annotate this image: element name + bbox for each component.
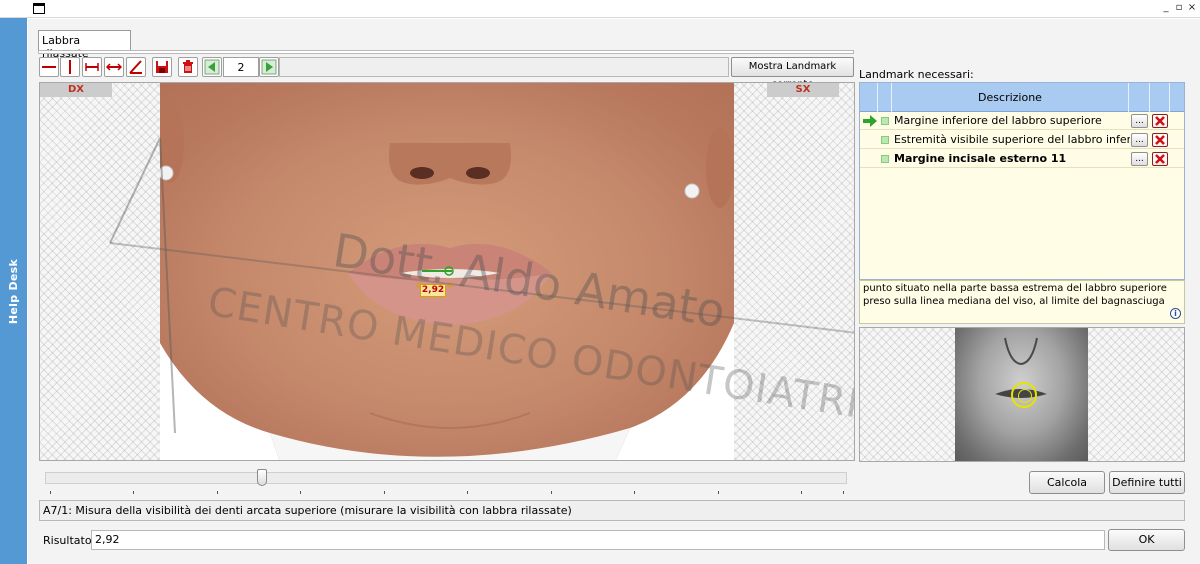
delete-x-icon <box>1155 135 1165 145</box>
delete-landmark-button[interactable] <box>1152 114 1168 128</box>
landmark-table-header: Descrizione <box>860 83 1184 112</box>
floppy-disk-icon <box>156 61 168 73</box>
slider-tick <box>50 491 51 494</box>
slider-tick <box>551 491 552 494</box>
watermark-stroke <box>109 137 176 434</box>
minimize-icon[interactable]: _ <box>1160 2 1172 14</box>
delete-x-icon <box>1155 154 1165 164</box>
current-row-arrow-icon <box>863 115 877 127</box>
landmark-label: Margine incisale esterno 11 <box>894 152 1067 165</box>
status-field <box>279 57 729 77</box>
landmark-info-text: punto situato nella parte bassa estrema … <box>859 280 1185 324</box>
slider-tick <box>467 491 468 494</box>
tab-underline <box>38 50 854 54</box>
horizontal-distance-tool-button[interactable] <box>82 57 102 77</box>
result-label: Risultato: <box>43 534 96 547</box>
ok-button[interactable]: OK <box>1108 529 1185 551</box>
horizontal-arrow-icon <box>106 63 122 71</box>
window-titlebar: _ ▫ × <box>0 0 1200 18</box>
page-number-input[interactable] <box>223 57 259 77</box>
reference-image <box>859 327 1185 462</box>
measurement-value-label: 2,92 <box>420 284 446 297</box>
zoom-slider-track[interactable] <box>45 472 847 484</box>
column-header-descrizione[interactable]: Descrizione <box>892 83 1128 112</box>
slider-tick <box>133 491 134 494</box>
horizontal-distance-icon <box>85 63 99 71</box>
landmark-options-button[interactable]: ... <box>1131 152 1148 166</box>
slider-tick <box>634 491 635 494</box>
zoom-slider-thumb[interactable] <box>256 469 267 486</box>
landmark-panel-title: Landmark necessari: <box>859 68 974 81</box>
tab-labbra-rilassate[interactable]: Labbra rilassate <box>38 30 131 60</box>
slider-tick <box>843 491 844 494</box>
calcola-button[interactable]: Calcola <box>1029 471 1105 494</box>
landmark-status-icon <box>881 136 889 144</box>
reference-nose <box>1004 337 1038 366</box>
trash-icon <box>183 60 193 73</box>
landmark-table: Descrizione Margine inferiore del labbro… <box>859 82 1185 280</box>
restore-icon[interactable]: ▫ <box>1173 2 1185 14</box>
define-all-button[interactable]: Definire tutti <box>1109 471 1185 494</box>
arrow-left-icon <box>204 59 220 75</box>
info-icon[interactable]: i <box>1170 308 1181 319</box>
landmark-row[interactable]: Estremità visibile superiore del labbro … <box>860 131 1184 149</box>
delete-x-icon <box>1155 116 1165 126</box>
save-button[interactable] <box>152 57 172 77</box>
delete-landmark-button[interactable] <box>1152 152 1168 166</box>
landmark-row[interactable]: Margine inferiore del labbro superiore .… <box>860 112 1184 130</box>
delete-button[interactable] <box>178 57 198 77</box>
result-field[interactable]: 2,92 <box>91 530 1105 550</box>
side-label-left: SX <box>767 83 839 97</box>
slider-tick <box>718 491 719 494</box>
show-current-landmark-button[interactable]: Mostra Landmark corrente <box>731 57 854 90</box>
arrow-right-icon <box>261 59 277 75</box>
help-desk-label: Help Desk <box>7 258 21 324</box>
close-icon[interactable]: × <box>1186 2 1198 14</box>
landmark-label: Estremità visibile superiore del labbro … <box>894 133 1130 146</box>
slider-tick <box>300 491 301 494</box>
slider-tick <box>801 491 802 494</box>
landmark-options-button[interactable]: ... <box>1131 114 1148 128</box>
landmark-row[interactable]: Margine incisale esterno 11 ... <box>860 150 1184 168</box>
horizontal-arrow-tool-button[interactable] <box>104 57 124 77</box>
image-viewer[interactable]: Dott. Aldo Amato CENTRO MEDICO ODONTOIAT… <box>39 82 855 461</box>
slider-tick <box>217 491 218 494</box>
measurement-description: A7/1: Misura della visibilità dei denti … <box>39 500 1185 521</box>
landmark-status-icon <box>881 117 889 125</box>
angle-icon <box>129 60 142 74</box>
window-icon <box>33 3 45 14</box>
horizontal-line-icon <box>42 66 56 68</box>
horizontal-line-tool-button[interactable] <box>39 57 59 77</box>
slider-tick <box>384 491 385 494</box>
vertical-line-tool-button[interactable] <box>60 57 80 77</box>
delete-landmark-button[interactable] <box>1152 133 1168 147</box>
reference-target-marker <box>1011 382 1037 408</box>
help-desk-tab[interactable]: Help Desk <box>0 18 27 564</box>
vertical-line-icon <box>69 60 71 74</box>
previous-button[interactable] <box>202 57 222 77</box>
landmark-options-button[interactable]: ... <box>1131 133 1148 147</box>
landmark-status-icon <box>881 155 889 163</box>
next-button[interactable] <box>259 57 279 77</box>
angle-tool-button[interactable] <box>126 57 146 77</box>
side-label-right: DX <box>40 83 112 97</box>
landmark-label: Margine inferiore del labbro superiore <box>894 114 1102 127</box>
